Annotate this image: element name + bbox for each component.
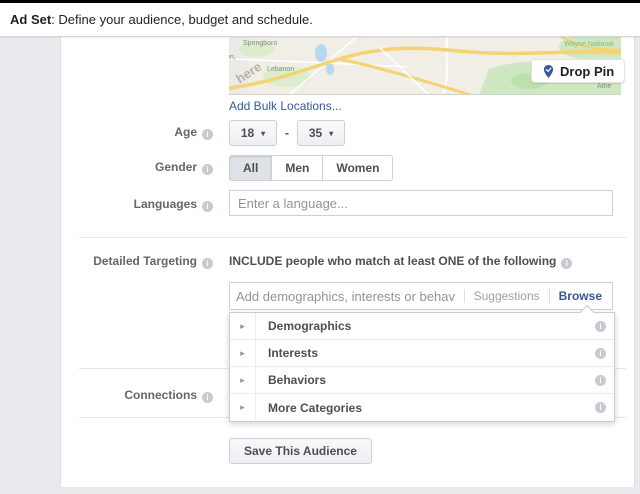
browse-categories-dropdown: ▸ Demographics i ▸ Interests i ▸ Behavio… bbox=[229, 312, 615, 422]
connections-label: Connections bbox=[124, 388, 197, 402]
gender-label-row: Genderi bbox=[61, 160, 213, 175]
category-info-icon[interactable]: i bbox=[595, 375, 606, 386]
gender-label: Gender bbox=[155, 160, 197, 174]
category-row-interests[interactable]: ▸ Interests i bbox=[230, 340, 614, 367]
include-text: INCLUDE people who match at least ONE of… bbox=[229, 254, 556, 268]
step-header-bar: Ad Set: Define your audience, budget and… bbox=[0, 0, 640, 37]
detailed-targeting-label: Detailed Targeting bbox=[93, 254, 197, 268]
category-label: More Categories bbox=[256, 394, 595, 421]
category-info-icon[interactable]: i bbox=[595, 402, 606, 413]
save-audience-button[interactable]: Save This Audience bbox=[229, 438, 372, 464]
age-max-value: 35 bbox=[309, 126, 322, 140]
category-info-icon[interactable]: i bbox=[595, 321, 606, 332]
expand-arrow-icon[interactable]: ▸ bbox=[230, 367, 256, 393]
gender-option-men[interactable]: Men bbox=[271, 155, 323, 181]
age-min-dropdown[interactable]: 18 ▾ bbox=[229, 120, 277, 146]
section-divider bbox=[79, 237, 626, 238]
age-info-icon[interactable]: i bbox=[202, 129, 213, 140]
age-max-dropdown[interactable]: 35 ▾ bbox=[297, 120, 345, 146]
expand-arrow-icon[interactable]: ▸ bbox=[230, 340, 256, 366]
map-athens-label: Athe bbox=[597, 83, 611, 90]
gender-option-all[interactable]: All bbox=[229, 155, 272, 181]
drop-pin-label: Drop Pin bbox=[560, 64, 614, 79]
detailed-targeting-info-icon[interactable]: i bbox=[202, 258, 213, 269]
gender-option-women[interactable]: Women bbox=[322, 155, 393, 181]
gender-info-icon[interactable]: i bbox=[202, 164, 213, 175]
category-info-icon[interactable]: i bbox=[595, 348, 606, 359]
include-info-icon[interactable]: i bbox=[561, 258, 572, 269]
drop-pin-icon bbox=[542, 64, 555, 79]
vertical-separator bbox=[549, 289, 550, 303]
category-row-more-categories[interactable]: ▸ More Categories i bbox=[230, 394, 614, 421]
detailed-targeting-input-box: Suggestions Browse bbox=[229, 282, 613, 310]
category-label: Behaviors bbox=[256, 367, 595, 393]
languages-label-row: Languages i bbox=[61, 197, 213, 212]
ad-set-audience-screen: Ad Set: Define your audience, budget and… bbox=[0, 0, 640, 494]
caret-down-icon: ▾ bbox=[261, 129, 265, 138]
age-label: Age bbox=[174, 125, 197, 139]
category-row-demographics[interactable]: ▸ Demographics i bbox=[230, 313, 614, 340]
browse-button[interactable]: Browse bbox=[559, 289, 602, 303]
include-instruction: INCLUDE people who match at least ONE of… bbox=[229, 254, 572, 269]
gender-segmented-control: All Men Women bbox=[229, 155, 393, 181]
add-bulk-locations-link[interactable]: Add Bulk Locations... bbox=[229, 99, 342, 113]
connections-info-icon[interactable]: i bbox=[202, 392, 213, 403]
languages-label: Languages bbox=[134, 197, 197, 211]
drop-pin-button[interactable]: Drop Pin bbox=[531, 59, 625, 83]
caret-down-icon: ▾ bbox=[329, 129, 333, 138]
languages-info-icon[interactable]: i bbox=[202, 201, 213, 212]
step-title: Ad Set bbox=[10, 12, 51, 27]
detailed-targeting-label-row: Detailed Targeting i bbox=[61, 254, 213, 269]
vertical-separator bbox=[464, 289, 465, 303]
age-controls: 18 ▾ - 35 ▾ bbox=[229, 120, 345, 146]
detailed-targeting-input[interactable] bbox=[236, 284, 455, 308]
map-springboro-label: Springboro bbox=[243, 40, 277, 47]
category-row-behaviors[interactable]: ▸ Behaviors i bbox=[230, 367, 614, 394]
targeting-input-actions: Suggestions Browse bbox=[455, 289, 602, 303]
map-lebanon-label: Lebanon bbox=[267, 66, 294, 73]
expand-arrow-icon[interactable]: ▸ bbox=[230, 313, 256, 339]
languages-input[interactable] bbox=[229, 190, 613, 216]
connections-label-row: Connections i bbox=[61, 388, 213, 403]
age-min-value: 18 bbox=[241, 126, 254, 140]
age-range-separator: - bbox=[285, 126, 289, 140]
step-subtitle: : Define your audience, budget and sched… bbox=[51, 12, 313, 27]
category-label: Interests bbox=[256, 340, 595, 366]
suggestions-button[interactable]: Suggestions bbox=[474, 289, 540, 303]
expand-arrow-icon[interactable]: ▸ bbox=[230, 394, 256, 421]
category-label: Demographics bbox=[256, 313, 595, 339]
audience-form-panel: wn, Springboro Lebanon here Wayne Nation… bbox=[60, 37, 635, 487]
age-label-row: Agei bbox=[61, 125, 213, 140]
map-town-cut-label: wn, bbox=[229, 54, 236, 61]
map-wayne-national-label: Wayne National bbox=[563, 41, 615, 49]
